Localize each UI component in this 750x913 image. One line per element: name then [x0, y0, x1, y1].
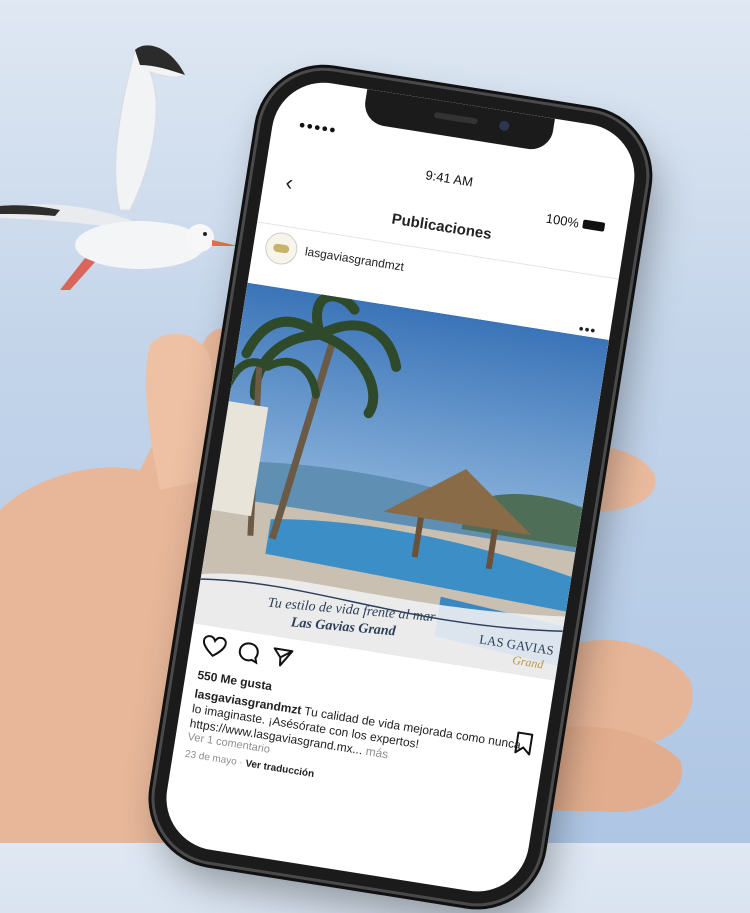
heart-icon[interactable] — [201, 634, 228, 659]
avatar-logo — [272, 243, 290, 254]
post-date-line: 23 de mayo · Ver traducción — [184, 749, 315, 780]
share-icon[interactable] — [270, 645, 295, 670]
speaker-grill — [433, 111, 479, 125]
avatar[interactable] — [262, 230, 300, 267]
translate-link[interactable]: Ver traducción — [245, 758, 315, 780]
battery-icon — [582, 219, 606, 232]
camera-icon — [498, 120, 510, 132]
comment-icon[interactable] — [236, 640, 261, 665]
post-image[interactable]: Tu estilo de vida frente al mar Las Gavi… — [193, 282, 610, 681]
signal-icon: ●●●●● — [297, 118, 338, 137]
post-date: 23 de mayo — [184, 748, 238, 768]
chevron-left-icon[interactable]: ‹ — [284, 170, 295, 196]
post-username[interactable]: lasgaviasgrandmzt — [304, 244, 405, 273]
seagull-image — [0, 45, 238, 290]
caption-more-link[interactable]: más — [365, 744, 390, 761]
